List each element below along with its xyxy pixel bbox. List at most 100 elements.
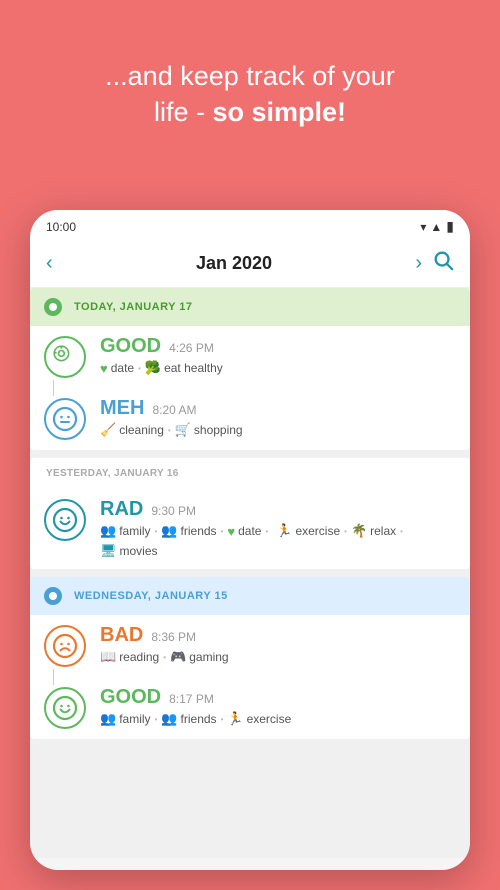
mood-icon-good bbox=[44, 336, 86, 378]
tag-date-label: date bbox=[111, 361, 134, 375]
mood-tags-meh: 🧹 cleaning • 🛒 shopping bbox=[100, 422, 456, 438]
reading-icon: 📖 bbox=[100, 649, 116, 665]
heart-icon-rad: ♥ bbox=[227, 524, 235, 539]
mood-content-good-2: GOOD 8:17 PM 👥 family • 👥 friends bbox=[100, 687, 456, 727]
status-time: 10:00 bbox=[46, 220, 76, 234]
mood-time-bad: 8:36 PM bbox=[151, 630, 196, 644]
friends-icon-2: 👥 bbox=[161, 711, 177, 727]
phone-frame: 10:00 ▾ ▲ ▮ ‹ Jan 2020 › TODAY, JANUARY bbox=[30, 210, 470, 870]
tag-movies: 🖥 movies bbox=[100, 543, 158, 559]
movies-icon: 🖥 bbox=[100, 543, 117, 559]
mood-content-good-1: GOOD 4:26 PM ♥ date • 🥦 eat healthy bbox=[100, 336, 456, 376]
tag-friends: 👥 friends bbox=[161, 523, 216, 539]
tag-shopping-label: shopping bbox=[194, 423, 243, 437]
mood-name-meh: MEH bbox=[100, 398, 144, 418]
mood-icon-rad bbox=[44, 499, 86, 541]
mood-content-rad: RAD 9:30 PM 👥 family • 👥 friends bbox=[100, 499, 456, 559]
cart-icon: 🛒 bbox=[175, 422, 191, 438]
wifi-icon: ▾ bbox=[420, 220, 426, 234]
tag-reading-label: reading bbox=[119, 650, 159, 664]
yesterday-label: YESTERDAY, JANUARY 16 bbox=[46, 468, 179, 479]
mood-content-bad: BAD 8:36 PM 📖 reading • 🎮 gaming bbox=[100, 625, 456, 665]
tag-cleaning: 🧹 cleaning bbox=[100, 422, 164, 438]
tag-reading: 📖 reading bbox=[100, 649, 159, 665]
mood-entry-rad[interactable]: RAD 9:30 PM 👥 family • 👥 friends bbox=[30, 489, 470, 569]
mood-entry-good-1[interactable]: GOOD 4:26 PM ♥ date • 🥦 eat healthy bbox=[30, 326, 470, 388]
tag-cleaning-label: cleaning bbox=[119, 423, 164, 437]
tag-relax: 🌴 relax bbox=[351, 523, 396, 539]
tag-family-2-label: family bbox=[119, 712, 150, 726]
heart-icon: ♥ bbox=[100, 361, 108, 376]
tag-eat-healthy-label: eat healthy bbox=[164, 361, 223, 375]
tag-family: 👥 family bbox=[100, 523, 151, 539]
mood-tags-good-2: 👥 family • 👥 friends • 🏃 exercise bbox=[100, 711, 456, 727]
mood-icon-bad bbox=[44, 625, 86, 667]
day-section-today: TODAY, JANUARY 17 bbox=[30, 288, 470, 450]
wednesday-dot bbox=[44, 587, 62, 605]
mood-tags-bad: 📖 reading • 🎮 gaming bbox=[100, 649, 456, 665]
header-section: ...and keep track of your life - so simp… bbox=[0, 0, 500, 159]
battery-icon: ▮ bbox=[446, 218, 454, 235]
relax-icon: 🌴 bbox=[351, 523, 367, 539]
month-title: Jan 2020 bbox=[196, 253, 272, 274]
mood-name-good-1: GOOD bbox=[100, 336, 161, 356]
status-bar: 10:00 ▾ ▲ ▮ bbox=[30, 210, 470, 239]
broccoli-icon: 🥦 bbox=[145, 360, 161, 376]
mood-name-bad: BAD bbox=[100, 625, 143, 645]
tag-eat-healthy: 🥦 eat healthy bbox=[145, 360, 223, 376]
header-line2: life - bbox=[154, 97, 213, 127]
mood-icon-good-2 bbox=[44, 687, 86, 729]
tag-family-2: 👥 family bbox=[100, 711, 151, 727]
mood-entry-good-2[interactable]: GOOD 8:17 PM 👥 family • 👥 friends bbox=[30, 677, 470, 739]
tag-exercise-2-label: exercise bbox=[247, 712, 292, 726]
tag-gaming-label: gaming bbox=[189, 650, 228, 664]
mood-time-good-1: 4:26 PM bbox=[169, 341, 214, 355]
mood-entry-meh[interactable]: MEH 8:20 AM 🧹 cleaning • 🛒 shopping bbox=[30, 388, 470, 450]
day-section-yesterday: YESTERDAY, JANUARY 16 RAD 9:30 PM bbox=[30, 458, 470, 569]
yesterday-header: YESTERDAY, JANUARY 16 bbox=[30, 458, 470, 489]
day-section-wednesday: WEDNESDAY, JANUARY 15 BAD 8:36 PM bbox=[30, 577, 470, 739]
nav-bar: ‹ Jan 2020 › bbox=[30, 239, 470, 288]
today-label: TODAY, JANUARY 17 bbox=[74, 301, 193, 313]
tag-shopping: 🛒 shopping bbox=[175, 422, 243, 438]
mood-name-good-2: GOOD bbox=[100, 687, 161, 707]
exercise-icon-2: 🏃 bbox=[227, 711, 243, 727]
mood-tags-rad: 👥 family • 👥 friends • ♥ date bbox=[100, 523, 456, 559]
prev-month-button[interactable]: ‹ bbox=[46, 252, 53, 275]
mood-icon-meh bbox=[44, 398, 86, 440]
tag-friends-2-label: friends bbox=[181, 712, 217, 726]
today-header: TODAY, JANUARY 17 bbox=[30, 288, 470, 326]
mood-time-rad: 9:30 PM bbox=[151, 504, 196, 518]
gaming-icon: 🎮 bbox=[170, 649, 186, 665]
header-line2-bold: so simple! bbox=[212, 97, 346, 127]
tag-relax-label: relax bbox=[370, 524, 396, 538]
tag-date: ♥ date bbox=[100, 361, 134, 376]
tag-date-rad-label: date bbox=[238, 524, 261, 538]
tag-movies-label: movies bbox=[120, 544, 158, 558]
signal-icon: ▲ bbox=[430, 220, 442, 234]
mood-entry-bad[interactable]: BAD 8:36 PM 📖 reading • 🎮 gaming bbox=[30, 615, 470, 677]
mood-tags-good-1: ♥ date • 🥦 eat healthy bbox=[100, 360, 456, 376]
search-button[interactable] bbox=[432, 249, 454, 277]
mood-time-good-2: 8:17 PM bbox=[169, 692, 214, 706]
next-month-button[interactable]: › bbox=[415, 252, 422, 275]
tag-gaming: 🎮 gaming bbox=[170, 649, 229, 665]
status-icons: ▾ ▲ ▮ bbox=[420, 218, 454, 235]
scroll-content[interactable]: TODAY, JANUARY 17 bbox=[30, 288, 470, 858]
tag-exercise-label: exercise bbox=[295, 524, 340, 538]
header-line1: ...and keep track of your bbox=[105, 61, 395, 91]
tag-exercise-2: 🏃 exercise bbox=[227, 711, 291, 727]
tag-friends-label: friends bbox=[181, 524, 217, 538]
exercise-icon: 🏃 bbox=[276, 523, 292, 539]
tag-family-label: family bbox=[119, 524, 150, 538]
tag-date-rad: ♥ date bbox=[227, 524, 261, 539]
family-icon-2: 👥 bbox=[100, 711, 116, 727]
tag-friends-2: 👥 friends bbox=[161, 711, 216, 727]
broom-icon: 🧹 bbox=[100, 422, 116, 438]
mood-content-meh: MEH 8:20 AM 🧹 cleaning • 🛒 shopping bbox=[100, 398, 456, 438]
tag-exercise: 🏃 exercise bbox=[276, 523, 340, 539]
wednesday-label: WEDNESDAY, JANUARY 15 bbox=[74, 590, 228, 602]
mood-time-meh: 8:20 AM bbox=[152, 403, 196, 417]
friends-icon: 👥 bbox=[161, 523, 177, 539]
wednesday-header: WEDNESDAY, JANUARY 15 bbox=[30, 577, 470, 615]
